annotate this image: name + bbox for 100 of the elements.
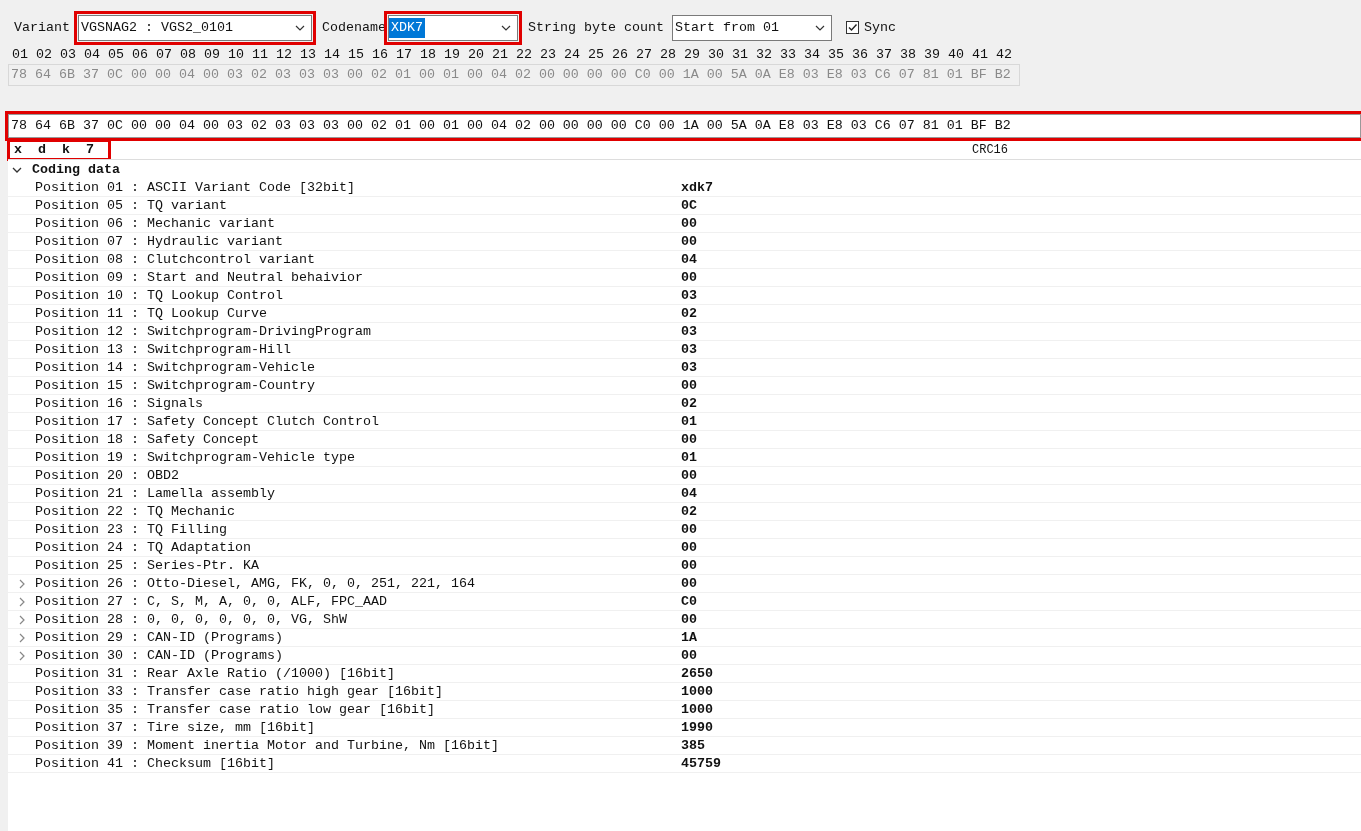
field-value: 04 [681,484,697,503]
field-label: Position 29 : CAN-ID (Programs) [35,628,284,647]
position-number: 32 [756,46,773,64]
position-number: 30 [708,46,725,64]
tree-node-label[interactable]: Coding data [32,160,120,180]
field-label: Position 13 : Switchprogram-Hill [35,340,292,359]
position-number: 09 [204,46,221,64]
field-value: 00 [681,646,697,665]
position-number: 39 [924,46,941,64]
position-number: 25 [588,46,605,64]
field-value: 00 [681,268,697,287]
field-value: 01 [681,412,697,431]
caret-icon [295,25,305,31]
position-number: 29 [684,46,701,64]
field-value: 01 [681,448,697,467]
field-value: 385 [681,736,705,755]
position-number: 22 [516,46,533,64]
position-number: 31 [732,46,749,64]
field-label: Position 01 : ASCII Variant Code [32bit] [35,178,356,197]
position-number: 27 [636,46,653,64]
field-label: Position 05 : TQ variant [35,196,228,215]
position-number: 36 [852,46,869,64]
chevron-right-icon[interactable] [18,578,25,589]
check-icon [847,22,858,34]
position-number: 33 [780,46,797,64]
field-value: 1990 [681,718,713,737]
position-number: 01 [12,46,29,64]
position-number: 14 [324,46,341,64]
chevron-down-icon[interactable] [12,165,22,175]
caret-icon [815,25,825,31]
variant-label: Variant [14,19,70,37]
hex-input-field[interactable]: 78 64 6B 37 0C 00 00 04 00 03 02 03 03 03 00 02 01 00 01 00 04 02 00 00 00 00 C0 00 1A 00 5A 0A E8 03 E8 03 C6 07 81 01 BF B2 [8,114,1361,138]
field-label: Position 30 : CAN-ID (Programs) [35,646,284,665]
position-number: 37 [876,46,893,64]
field-label: Position 35 : Transfer case ratio low gear [16bit] [35,700,436,719]
position-number: 12 [276,46,293,64]
field-value: 03 [681,358,697,377]
chevron-right-icon[interactable] [18,632,25,643]
byte-count-dropdown[interactable]: Start from 01 [672,15,832,41]
position-number: 40 [948,46,965,64]
position-number: 06 [132,46,149,64]
position-number: 24 [564,46,581,64]
position-number: 16 [372,46,389,64]
field-label: Position 15 : Switchprogram-Country [35,376,316,395]
ascii-char: x [14,141,23,159]
field-label: Position 28 : 0, 0, 0, 0, 0, 0, VG, ShW [35,610,348,629]
field-value: 00 [681,214,697,233]
field-label: Position 33 : Transfer case ratio high gear [16bit] [35,682,444,701]
position-number: 17 [396,46,413,64]
position-number: 13 [300,46,317,64]
position-number: 38 [900,46,917,64]
field-value: 1000 [681,682,713,701]
field-value: xdk7 [681,178,713,197]
chevron-right-icon[interactable] [18,614,25,625]
byte-count-label: String byte count [528,19,664,37]
field-value: 00 [681,520,697,539]
position-number: 19 [444,46,461,64]
field-value: 00 [681,466,697,485]
field-value: 00 [681,232,697,251]
field-label: Position 07 : Hydraulic variant [35,232,284,251]
position-number: 02 [36,46,53,64]
field-value: 02 [681,304,697,323]
field-label: Position 18 : Safety Concept [35,430,260,449]
field-value: 1000 [681,700,713,719]
field-value: 00 [681,556,697,575]
field-label: Position 39 : Moment inertia Motor and Turbine, Nm [16bit] [35,736,500,755]
field-value: 0C [681,196,697,215]
position-number: 04 [84,46,101,64]
position-number: 07 [156,46,173,64]
field-label: Position 41 : Checksum [16bit] [35,754,276,773]
field-value: 03 [681,322,697,341]
field-label: Position 11 : TQ Lookup Curve [35,304,268,323]
field-label: Position 12 : Switchprogram-DrivingProgram [35,322,372,341]
position-number: 34 [804,46,821,64]
field-value: 1A [681,628,697,647]
position-number: 41 [972,46,989,64]
field-label: Position 19 : Switchprogram-Vehicle type [35,448,356,467]
codename-label: Codename [322,19,386,37]
position-number: 03 [60,46,77,64]
position-number: 28 [660,46,677,64]
position-number: 21 [492,46,509,64]
field-label: Position 17 : Safety Concept Clutch Control [35,412,380,431]
field-value: 2650 [681,664,713,683]
position-number: 10 [228,46,245,64]
field-value: 02 [681,502,697,521]
field-label: Position 20 : OBD2 [35,466,180,485]
field-label: Position 26 : Otto-Diesel, AMG, FK, 0, 0, 251, 221, 164 [35,574,476,593]
position-number: 05 [108,46,125,64]
caret-icon [501,25,511,31]
field-value: 00 [681,430,697,449]
field-label: Position 08 : Clutchcontrol variant [35,250,316,269]
position-number: 35 [828,46,845,64]
position-number: 08 [180,46,197,64]
chevron-right-icon[interactable] [18,650,25,661]
field-value: C0 [681,592,697,611]
field-label: Position 25 : Series-Ptr. KA [35,556,260,575]
field-label: Position 23 : TQ Filling [35,520,228,539]
field-label: Position 16 : Signals [35,394,204,413]
sync-checkbox[interactable]: Sync [846,18,896,38]
chevron-right-icon[interactable] [18,596,25,607]
